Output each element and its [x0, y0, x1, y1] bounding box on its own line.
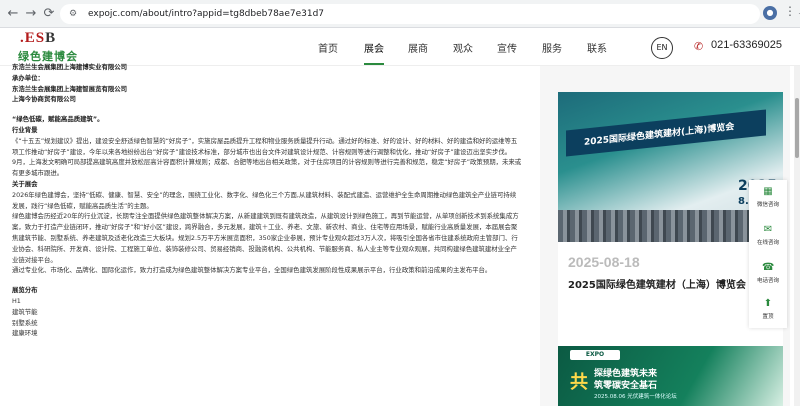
- language-switch[interactable]: EN: [651, 37, 673, 59]
- article-heading: “绿色低碳，赋能高品质建筑”。: [12, 115, 104, 124]
- nav-publicity[interactable]: 宣传: [497, 40, 517, 55]
- back-to-top-button[interactable]: ⬆ 置顶: [749, 294, 787, 330]
- browser-menu-icon[interactable]: ⋮: [784, 4, 796, 18]
- reload-icon[interactable]: ⟳: [40, 5, 58, 23]
- article-heading: 展览分布: [12, 286, 38, 295]
- nav-home[interactable]: 首页: [318, 40, 338, 55]
- article-paragraph: 9月，上海发文明确可局部提高建筑高度并放松层高计容面积计算规则；成都、合肥等地出…: [12, 158, 522, 178]
- article-paragraph: 别墅系统: [12, 318, 38, 327]
- scrollbar-thumb[interactable]: [795, 98, 799, 158]
- intro-article: 东浩兰生会展集团上海建博实业有限公司 承办单位： 东浩兰生会展集团上海建智展览有限公…: [12, 62, 522, 406]
- article-paragraph: 建筑节能: [12, 307, 38, 316]
- message-icon: ✉: [763, 224, 773, 235]
- url-text[interactable]: expojc.com/about/intro?appid=tg8dbeb78ae…: [88, 4, 324, 24]
- expo-badge: EXPO: [570, 350, 620, 360]
- browser-toolbar: ← → ⟳ ⚙ expojc.com/about/intro?appid=tg8…: [0, 0, 800, 28]
- poster-line-3: 2025.08.06 光伏建筑一体化论坛: [594, 394, 677, 400]
- forward-icon[interactable]: →: [22, 5, 40, 23]
- wechat-consult-button[interactable]: ▦ 微信咨询: [749, 182, 787, 218]
- nav-services[interactable]: 服务: [542, 40, 562, 55]
- article-paragraph: 通过专业化、市场化、品牌化、国际化运作，致力打造成为绿色建筑整体解决方案专业平台…: [12, 266, 492, 275]
- site-header: .ESB 绿色建博会 首页 展会 展商 观众 宣传 服务 联系 EN ✆ 021…: [0, 28, 800, 66]
- logo-mark: .ESB: [20, 30, 57, 46]
- wechat-consult-label: 微信咨询: [756, 202, 779, 208]
- poster-big-char: 共: [570, 372, 588, 393]
- phone-consult-button[interactable]: ☎ 电话咨询: [749, 258, 787, 294]
- back-icon[interactable]: ←: [4, 5, 22, 23]
- article-heading: 东浩兰生会展集团上海建博实业有限公司: [12, 63, 128, 71]
- online-consult-label: 在线咨询: [756, 240, 779, 246]
- article-paragraph: 《“十五五”规划建议》提出，建设安全舒适绿色智慧的“好房子”，实施房屋品质提升工…: [12, 136, 518, 156]
- floating-contact-bar: ▦ 微信咨询 ✉ 在线咨询 ☎ 电话咨询 ⬆ 置顶: [749, 180, 787, 328]
- article-paragraph: 2026年绿色建博会，坚持“低碳、健康、智慧、安全”的理念，围绕工业化、数字化、…: [12, 190, 517, 210]
- nav-exhibitors[interactable]: 展商: [408, 40, 428, 55]
- hotline-number: 021-63369025: [711, 39, 782, 51]
- qr-code-icon: ▦: [763, 186, 773, 197]
- article-heading: 关于展会: [12, 179, 38, 188]
- nav-contact[interactable]: 联系: [587, 40, 607, 55]
- article-heading: 行业背景: [12, 125, 38, 134]
- news-title[interactable]: 2025国际绿色建筑建材（上海）博览会: [568, 276, 746, 291]
- article-heading: 东浩兰生会展集团上海建智展览有限公司: [12, 84, 128, 93]
- profile-avatar[interactable]: ●: [763, 6, 777, 20]
- article-paragraph: 建康环境: [12, 329, 38, 338]
- article-paragraph: 绿色建博会历经近20年的行业沉淀，长期专注全面提供绿色建筑整体解决方案，从新建建…: [12, 212, 519, 264]
- back-to-top-label: 置顶: [762, 314, 774, 320]
- nav-visitors[interactable]: 观众: [453, 40, 473, 55]
- poster-line-2: 筑零碳安全基石: [594, 381, 658, 391]
- phone-consult-label: 电话咨询: [756, 278, 779, 284]
- article-heading: 承办单位：: [12, 73, 44, 82]
- site-info-icon[interactable]: ⚙: [69, 8, 81, 20]
- phone-icon: ✆: [694, 40, 704, 53]
- news-date: 2025-08-18: [568, 254, 640, 270]
- arrow-up-icon: ⬆: [763, 298, 773, 309]
- news-card-2[interactable]: EXPO 共 探绿色建筑未来 筑零碳安全基石 2025.08.06 光伏建筑一体…: [558, 346, 783, 406]
- site-logo[interactable]: .ESB 绿色建博会: [18, 30, 96, 64]
- article-heading: 上海今协商贸有限公司: [12, 95, 76, 104]
- online-consult-button[interactable]: ✉ 在线咨询: [749, 220, 787, 256]
- article-paragraph: H1: [12, 296, 21, 305]
- address-bar[interactable]: ⚙ expojc.com/about/intro?appid=tg8dbeb78…: [60, 4, 800, 24]
- phone-icon: ☎: [762, 262, 775, 273]
